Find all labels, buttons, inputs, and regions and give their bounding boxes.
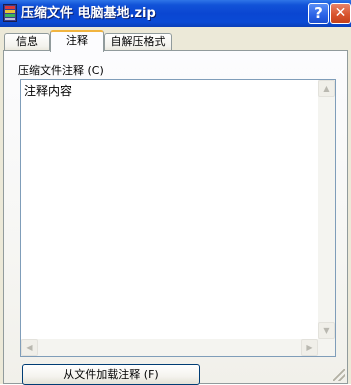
tab-info[interactable]: 信息	[4, 33, 50, 51]
tab-sfx-options[interactable]: 自解压格式	[104, 33, 172, 51]
tab-strip: 信息 注释 自解压格式	[0, 27, 351, 52]
tab-comment[interactable]: 注释	[50, 30, 104, 52]
title-bar[interactable]: 压缩文件 电脑基地.zip ? ✕	[0, 0, 351, 27]
comment-panel: 压缩文件注释 (C) 注释内容 ▲ ▼ ◀ ▶ 从文件加载注释 (F)	[3, 50, 348, 385]
load-comment-from-file-button[interactable]: 从文件加载注释 (F)	[22, 364, 200, 385]
scroll-right-icon[interactable]: ▶	[301, 339, 318, 356]
archive-icon	[3, 4, 17, 22]
comment-label: 压缩文件注释 (C)	[18, 64, 104, 77]
scroll-left-icon[interactable]: ◀	[21, 339, 38, 356]
resize-grip-icon[interactable]	[333, 369, 345, 381]
archive-comment-window: 压缩文件 电脑基地.zip ? ✕ 信息 注释 自解压格式 压缩文件注释 (C)…	[0, 0, 351, 385]
window-title: 压缩文件 电脑基地.zip	[21, 6, 156, 21]
scroll-up-icon[interactable]: ▲	[318, 80, 335, 97]
help-button[interactable]: ?	[308, 3, 329, 24]
comment-text[interactable]: 注释内容	[24, 82, 72, 99]
comment-textarea[interactable]: 注释内容 ▲ ▼ ◀ ▶	[20, 79, 336, 357]
scroll-down-icon[interactable]: ▼	[318, 322, 335, 339]
vertical-scrollbar[interactable]: ▲ ▼	[318, 80, 335, 339]
scroll-corner	[318, 339, 335, 356]
close-button[interactable]: ✕	[330, 3, 351, 24]
horizontal-scrollbar[interactable]: ◀ ▶	[21, 339, 318, 356]
